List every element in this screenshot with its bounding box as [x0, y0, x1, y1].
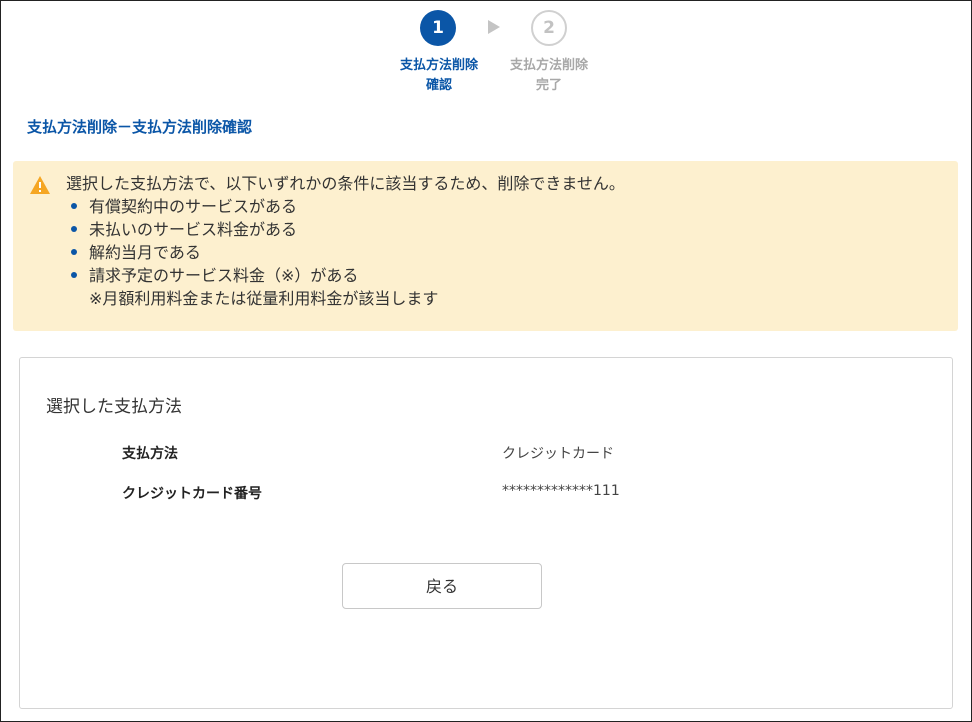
condition-text: 有償契約中のサービスがある [89, 197, 298, 216]
step-arrow-icon [488, 20, 500, 34]
list-item: 解約当月である [71, 241, 438, 264]
page-frame: 1 2 支払方法削除 確認 支払方法削除 完了 支払方法削除－支払方法削除確認 … [0, 0, 972, 722]
step-1-indicator: 1 [420, 10, 456, 46]
step-2-label: 支払方法削除 完了 [499, 56, 599, 96]
back-button[interactable]: 戻る [342, 563, 542, 609]
step-2-label-line2: 完了 [535, 78, 562, 93]
selected-payment-card: 選択した支払方法 支払方法 クレジットカード クレジットカード番号 ******… [19, 357, 953, 709]
list-item: 請求予定のサービス料金（※）がある ※月額利用料金または従量利用料金が該当します [71, 264, 438, 310]
list-item: 有償契約中のサービスがある [71, 195, 438, 218]
step-2-indicator: 2 [531, 10, 567, 46]
step-1-label-line2: 確認 [425, 78, 452, 93]
step-2-label-line1: 支払方法削除 [509, 58, 588, 73]
card-heading: 選択した支払方法 [46, 397, 182, 417]
condition-text: 未払いのサービス料金がある [89, 220, 298, 239]
condition-note: ※月額利用料金または従量利用料金が該当します [89, 289, 439, 308]
warning-triangle-icon [30, 176, 50, 194]
bullet-icon [71, 272, 77, 278]
payment-method-label: 支払方法 [122, 446, 178, 462]
step-1-label-line1: 支払方法削除 [399, 58, 478, 73]
warning-message: 選択した支払方法で、以下いずれかの条件に該当するため、削除できません。 [66, 174, 625, 193]
card-number-label: クレジットカード番号 [122, 486, 262, 502]
warning-conditions-list: 有償契約中のサービスがある 未払いのサービス料金がある 解約当月である 請求予定… [71, 195, 438, 310]
list-item: 未払いのサービス料金がある [71, 218, 438, 241]
bullet-icon [71, 226, 77, 232]
bullet-icon [71, 203, 77, 209]
warning-box: 選択した支払方法で、以下いずれかの条件に該当するため、削除できません。 有償契約… [13, 161, 958, 331]
payment-method-value: クレジットカード [502, 446, 614, 462]
condition-text: 請求予定のサービス料金（※）がある [89, 266, 359, 285]
condition-text: 解約当月である [89, 243, 201, 262]
page-title: 支払方法削除－支払方法削除確認 [27, 118, 253, 136]
step-1-label: 支払方法削除 確認 [389, 56, 489, 96]
card-number-value: *************111 [502, 483, 620, 499]
bullet-icon [71, 249, 77, 255]
